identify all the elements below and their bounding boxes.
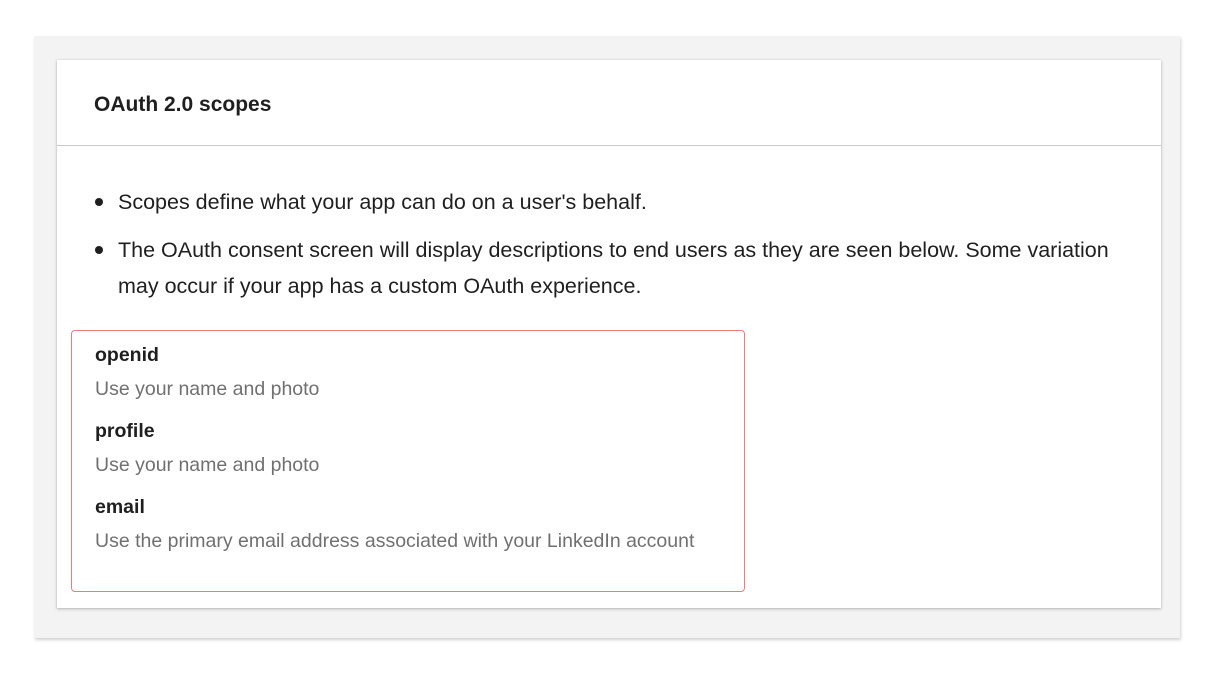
info-bullet-list: Scopes define what your app can do on a … xyxy=(94,184,1124,316)
oauth-scopes-card: OAuth 2.0 scopes Scopes define what your… xyxy=(57,60,1161,608)
bullet-dot-icon xyxy=(95,198,103,206)
scopes-list: openid Use your name and photo profile U… xyxy=(71,330,745,592)
info-bullet-text: The OAuth consent screen will display de… xyxy=(118,238,1109,298)
info-bullet: Scopes define what your app can do on a … xyxy=(94,184,1124,220)
scope-description: Use the primary email address associated… xyxy=(95,530,695,552)
scope-name: profile xyxy=(95,420,155,442)
scope-item-profile: profile Use your name and photo xyxy=(95,417,744,481)
scope-name: email xyxy=(95,496,145,518)
scope-name: openid xyxy=(95,344,159,366)
info-bullet-text: Scopes define what your app can do on a … xyxy=(118,190,647,214)
card-header: OAuth 2.0 scopes xyxy=(57,60,1161,146)
bullet-dot-icon xyxy=(95,246,103,254)
scope-description: Use your name and photo xyxy=(95,378,320,400)
scope-description: Use your name and photo xyxy=(95,454,320,476)
card-title: OAuth 2.0 scopes xyxy=(94,93,272,116)
scope-item-email: email Use the primary email address asso… xyxy=(95,493,744,557)
scope-item-openid: openid Use your name and photo xyxy=(95,341,744,405)
info-bullet: The OAuth consent screen will display de… xyxy=(94,232,1124,304)
